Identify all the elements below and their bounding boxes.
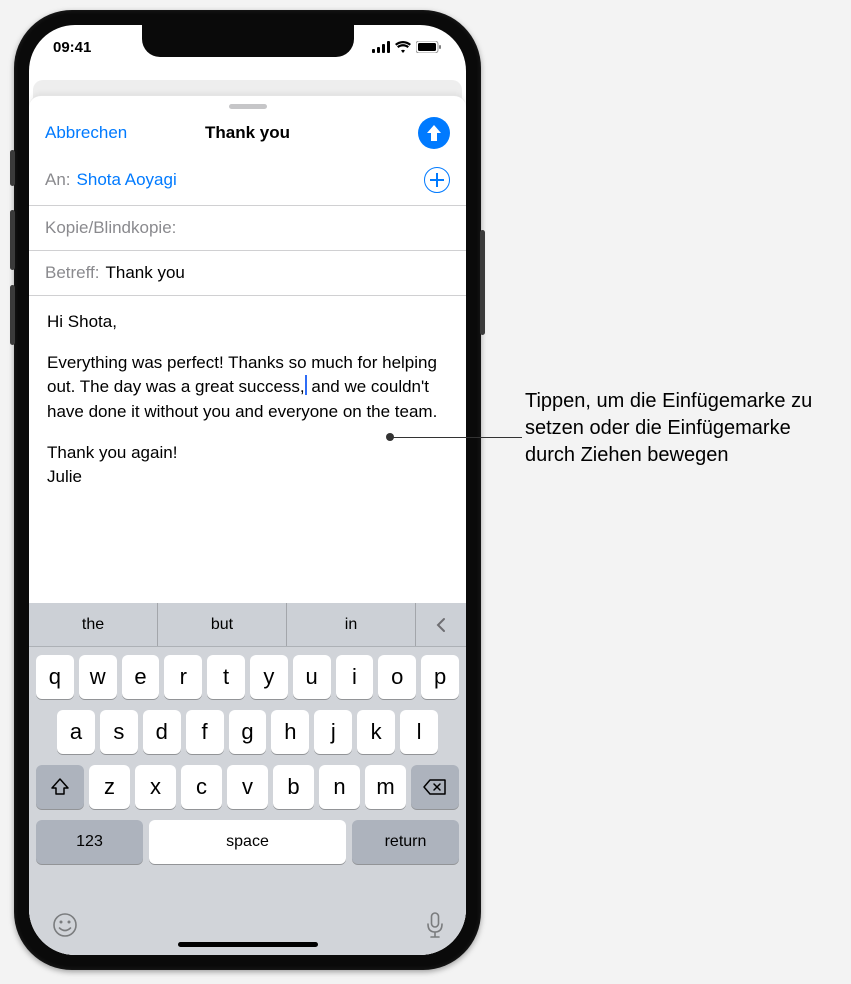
key-a[interactable]: a: [57, 710, 95, 754]
phone-frame: 09:41 Abbrechen Thank you: [14, 10, 481, 970]
return-key[interactable]: return: [352, 820, 459, 864]
key-row-1: q w e r t y u i o p: [33, 655, 462, 699]
shift-icon: [50, 778, 70, 796]
key-r[interactable]: r: [164, 655, 202, 699]
callout-leader-line: [390, 437, 522, 438]
key-i[interactable]: i: [336, 655, 374, 699]
wifi-icon: [395, 41, 411, 53]
send-button[interactable]: [418, 117, 450, 149]
prediction-1[interactable]: the: [29, 603, 158, 646]
emoji-icon: [51, 911, 79, 939]
prediction-bar: the but in: [29, 603, 466, 647]
backspace-icon: [423, 778, 447, 796]
key-h[interactable]: h: [271, 710, 309, 754]
number-mode-key[interactable]: 123: [36, 820, 143, 864]
keyboard: the but in q w e r t y u: [29, 603, 466, 955]
delete-key[interactable]: [411, 765, 459, 809]
key-v[interactable]: v: [227, 765, 268, 809]
sheet-grabber[interactable]: [229, 104, 267, 109]
volume-up-hw: [10, 210, 15, 270]
key-b[interactable]: b: [273, 765, 314, 809]
prediction-collapse[interactable]: [416, 603, 466, 646]
callout-text: Tippen, um die Einfügemarke zu setzen od…: [525, 388, 825, 469]
subject-label: Betreff:: [45, 263, 100, 283]
power-button-hw: [480, 230, 485, 335]
prediction-2[interactable]: but: [158, 603, 287, 646]
arrow-up-icon: [426, 124, 442, 142]
key-g[interactable]: g: [229, 710, 267, 754]
body-closing: Thank you again!: [47, 441, 448, 466]
cellular-icon: [372, 41, 390, 53]
screen: 09:41 Abbrechen Thank you: [29, 25, 466, 955]
subject-value: Thank you: [106, 263, 185, 283]
key-d[interactable]: d: [143, 710, 181, 754]
key-t[interactable]: t: [207, 655, 245, 699]
key-row-2: a s d f g h j k l: [33, 710, 462, 754]
cc-bcc-field[interactable]: Kopie/Blindkopie:: [29, 206, 466, 251]
key-e[interactable]: e: [122, 655, 160, 699]
key-o[interactable]: o: [378, 655, 416, 699]
key-s[interactable]: s: [100, 710, 138, 754]
key-row-4: 123 space return: [33, 820, 462, 864]
notch: [142, 25, 354, 57]
status-icons: [372, 41, 442, 53]
compose-sheet: Abbrechen Thank you An: Shota Aoyagi Kop…: [29, 95, 466, 955]
shift-key[interactable]: [36, 765, 84, 809]
key-q[interactable]: q: [36, 655, 74, 699]
key-f[interactable]: f: [186, 710, 224, 754]
key-rows: q w e r t y u i o p a s d: [29, 647, 466, 897]
body-signature: Julie: [47, 465, 448, 490]
microphone-icon: [426, 911, 444, 939]
key-z[interactable]: z: [89, 765, 130, 809]
mute-switch-hw: [10, 150, 15, 186]
prediction-3[interactable]: in: [287, 603, 416, 646]
to-label: An:: [45, 170, 71, 190]
to-recipient[interactable]: Shota Aoyagi: [77, 170, 177, 190]
key-x[interactable]: x: [135, 765, 176, 809]
compose-header: Abbrechen Thank you: [29, 111, 466, 155]
key-p[interactable]: p: [421, 655, 459, 699]
cancel-button[interactable]: Abbrechen: [45, 123, 127, 143]
body-paragraph: Everything was perfect! Thanks so much f…: [47, 351, 448, 425]
body-greeting: Hi Shota,: [47, 310, 448, 335]
key-j[interactable]: j: [314, 710, 352, 754]
key-u[interactable]: u: [293, 655, 331, 699]
key-c[interactable]: c: [181, 765, 222, 809]
key-row-3: z x c v b n m: [33, 765, 462, 809]
emoji-key[interactable]: [51, 911, 79, 944]
key-y[interactable]: y: [250, 655, 288, 699]
dictation-key[interactable]: [426, 911, 444, 944]
add-contact-button[interactable]: [424, 167, 450, 193]
key-k[interactable]: k: [357, 710, 395, 754]
key-n[interactable]: n: [319, 765, 360, 809]
volume-down-hw: [10, 285, 15, 345]
plus-icon: [430, 173, 444, 187]
cc-bcc-label: Kopie/Blindkopie:: [45, 218, 176, 238]
key-w[interactable]: w: [79, 655, 117, 699]
subject-field[interactable]: Betreff: Thank you: [29, 251, 466, 296]
key-l[interactable]: l: [400, 710, 438, 754]
home-indicator[interactable]: [178, 942, 318, 947]
battery-icon: [416, 41, 442, 53]
key-m[interactable]: m: [365, 765, 406, 809]
status-time: 09:41: [53, 39, 91, 56]
to-field[interactable]: An: Shota Aoyagi: [29, 155, 466, 206]
chevron-left-icon: [435, 617, 447, 633]
space-key[interactable]: space: [149, 820, 346, 864]
